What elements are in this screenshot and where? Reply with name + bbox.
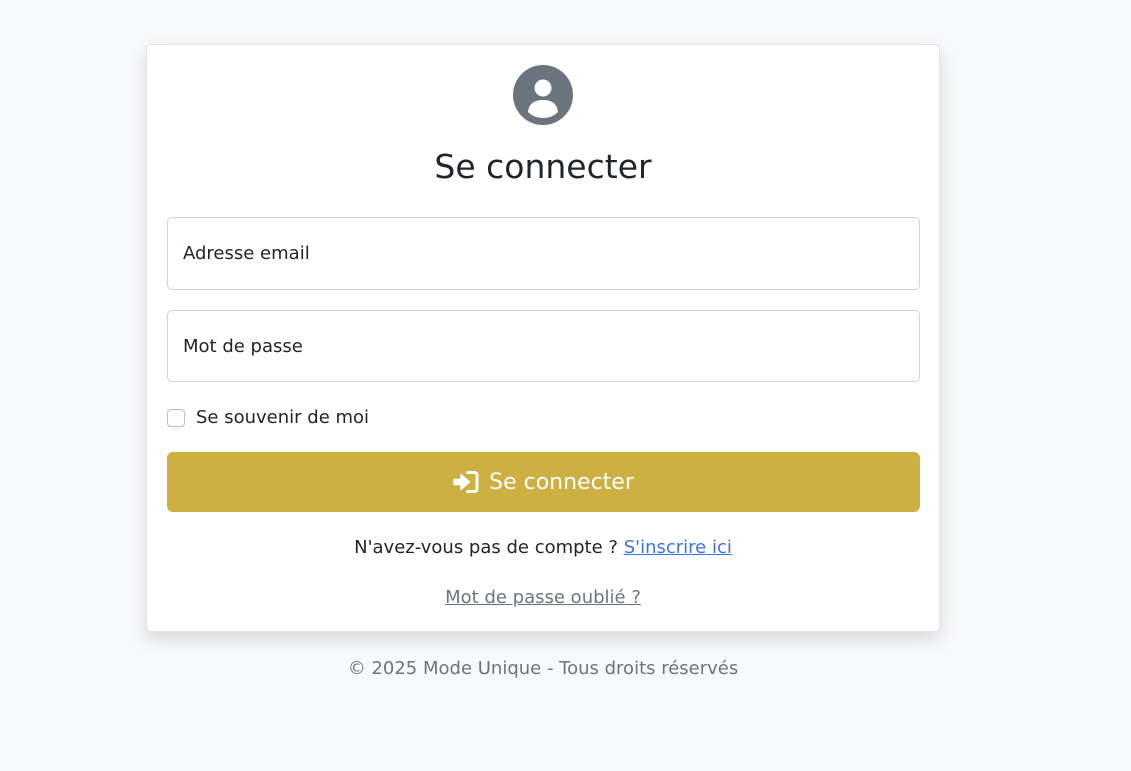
signup-prompt: N'avez-vous pas de compte ? S'inscrire i… [147,535,939,561]
email-field[interactable]: Adresse email [167,217,920,290]
email-input[interactable] [168,218,919,289]
signup-prompt-text: N'avez-vous pas de compte ? [354,537,618,558]
page-title: Se connecter [434,147,652,186]
remember-me-checkbox[interactable] [167,409,185,427]
remember-me-label[interactable]: Se souvenir de moi [196,406,369,430]
forgot-password: Mot de passe oublié ? [147,585,939,611]
remember-me[interactable]: Se souvenir de moi [167,406,369,430]
user-circle-icon [513,65,573,125]
login-card: Se connecter Adresse email Mot de passe … [146,44,940,632]
footer-copyright: © 2025 Mode Unique - Tous droits réservé… [347,658,739,679]
password-field[interactable]: Mot de passe [167,310,920,382]
login-button[interactable]: Se connecter [167,452,920,512]
sign-in-icon [453,470,479,494]
signup-link[interactable]: S'inscrire ici [624,537,732,558]
forgot-password-link[interactable]: Mot de passe oublié ? [445,587,641,608]
login-button-label: Se connecter [489,469,634,495]
password-input[interactable] [168,311,919,381]
